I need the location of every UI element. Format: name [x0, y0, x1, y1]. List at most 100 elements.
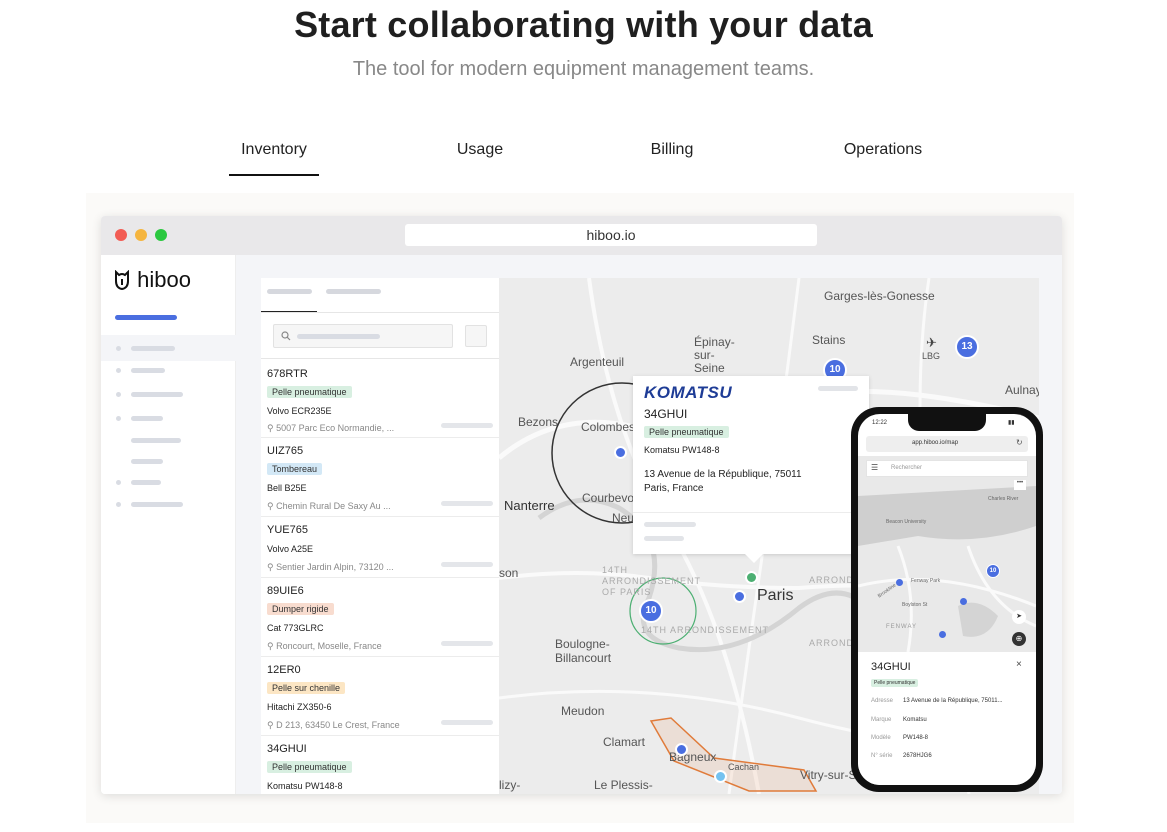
sidebar-subitem[interactable] [131, 480, 161, 485]
hiboo-logo: hiboo [113, 267, 191, 293]
sidebar-item[interactable] [131, 502, 183, 507]
phone-search-placeholder: Rechercher [891, 465, 923, 471]
phone-search-bar[interactable]: ☰ Rechercher [866, 460, 1028, 477]
sidebar-bullet [116, 416, 121, 421]
phone-marker[interactable] [896, 579, 903, 586]
equipment-model: Bell B25E [267, 483, 307, 493]
search-icon [281, 331, 291, 341]
detail-label: N° série [871, 753, 893, 759]
equipment-id: 12ER0 [267, 664, 301, 676]
address-text: Roncourt, Moselle, France [276, 641, 382, 651]
list-item[interactable]: UIZ765 Tombereau Bell B25E ⚲ Chemin Rura… [261, 438, 499, 517]
cluster-marker[interactable]: 10 [639, 599, 663, 623]
equipment-type-badge: Tombereau [267, 463, 323, 475]
more-icon[interactable]: ••• [1014, 480, 1026, 490]
equipment-marker[interactable] [745, 571, 758, 584]
pin-icon: ⚲ [267, 501, 274, 511]
list-item[interactable]: 12ER0 Pelle sur chenille Hitachi ZX350-6… [261, 657, 499, 736]
phone-map-label: Beacon University [886, 519, 927, 525]
phone-detail-panel: 34GHUI × Pelle pneumatique Adresse 13 Av… [858, 652, 1036, 785]
phone-marker[interactable] [960, 598, 967, 605]
equipment-type-badge: Dumper rigide [267, 603, 334, 615]
map-label: son [499, 566, 519, 580]
phone-cluster-marker[interactable]: 10 [986, 564, 1000, 578]
address-text: Chemin Rural De Saxy Au ... [276, 501, 391, 511]
phone-notch [908, 414, 986, 431]
reload-icon[interactable]: ↻ [1016, 438, 1023, 447]
map-label: Cachan [728, 762, 760, 772]
equipment-address: ⚲ 5007 Parc Eco Normandie, ... [267, 423, 394, 434]
sidebar-subitem[interactable] [131, 438, 181, 443]
filter-button[interactable] [465, 325, 487, 347]
list-tab-active[interactable] [267, 289, 312, 294]
phone-map[interactable]: ☰ Rechercher ••• Beacon University Fenwa… [858, 456, 1036, 652]
phone-time: 12:22 [872, 420, 888, 426]
hero-title: Start collaborating with your data [294, 4, 873, 45]
sidebar-active-item[interactable] [115, 315, 177, 320]
equipment-address: ⚲ Roncourt, Moselle, France [267, 641, 382, 652]
tab-operations[interactable]: Operations [833, 130, 933, 176]
phone-equipment-id: 34GHUI [871, 661, 911, 673]
sidebar-item[interactable] [131, 368, 165, 373]
sidebar-item[interactable] [131, 416, 163, 421]
map-label: Colombes [581, 420, 636, 434]
minimize-dot-icon [135, 229, 147, 241]
equipment-id: 89UIE6 [267, 585, 304, 597]
equipment-popup[interactable]: KOMATSU 34GHUI Pelle pneumatique Komatsu… [633, 376, 869, 563]
phone-marker[interactable] [939, 631, 946, 638]
popup-equipment-id: 34GHUI [644, 407, 688, 421]
equipment-id: 34GHUI [267, 743, 307, 755]
divider [261, 312, 499, 313]
equipment-marker[interactable] [614, 446, 627, 459]
tab-usage[interactable]: Usage [440, 130, 520, 176]
close-dot-icon [115, 229, 127, 241]
address-bar[interactable]: hiboo.io [405, 224, 817, 246]
hero-subtitle: The tool for modern equipment management… [352, 58, 815, 80]
app-sidebar: hiboo [101, 255, 236, 794]
map-label: Aulnay-sous-Bois [1005, 383, 1039, 397]
battery-icon: ▮▮ [1008, 420, 1015, 426]
popup-model: Komatsu PW148-8 [644, 445, 720, 455]
equipment-id: 678RTR [267, 368, 308, 380]
equipment-model: Komatsu PW148-8 [267, 781, 343, 791]
equipment-marker[interactable] [733, 590, 746, 603]
list-item[interactable]: 89UIE6 Dumper rigide Cat 773GLRC ⚲ Ronco… [261, 578, 499, 657]
map-label: Boulogne-Billancourt [555, 637, 612, 665]
tab-billing[interactable]: Billing [632, 130, 712, 176]
equipment-address: ⚲ Chemin Rural De Saxy Au ... [267, 501, 391, 512]
equipment-list: 678RTR Pelle pneumatique Volvo ECR235E ⚲… [261, 278, 499, 794]
list-item[interactable]: 678RTR Pelle pneumatique Volvo ECR235E ⚲… [261, 359, 499, 438]
list-item[interactable]: YUE765 Volvo A25E ⚲ Sentier Jardin Alpin… [261, 517, 499, 578]
map-label: Garges-lès-Gonesse [824, 289, 935, 303]
locate-icon[interactable]: ➤ [1012, 610, 1026, 624]
phone-map-roads [858, 486, 1036, 652]
close-icon[interactable]: × [1016, 659, 1022, 670]
layers-icon[interactable]: ⊕ [1012, 632, 1026, 646]
menu-icon[interactable]: ☰ [871, 463, 878, 472]
list-search-input[interactable] [273, 324, 453, 348]
map-label: Argenteuil [570, 355, 625, 369]
sidebar-subitem[interactable] [131, 459, 163, 464]
map-label: Meudon [561, 704, 605, 718]
list-item[interactable]: 34GHUI Pelle pneumatique Komatsu PW148-8 [261, 736, 499, 794]
equipment-model: Hitachi ZX350-6 [267, 702, 332, 712]
phone-mockup: 12:22 ▮▮ app.hiboo.io/map ↻ ☰ Rechercher… [851, 407, 1043, 792]
cluster-marker[interactable]: 13 [955, 335, 979, 359]
map-label: LBG [922, 351, 941, 361]
equipment-marker[interactable] [675, 743, 688, 756]
item-meta-skeleton [441, 423, 493, 428]
equipment-marker[interactable] [714, 770, 727, 783]
map-label: Clamart [603, 735, 646, 749]
map-label: Nanterre [504, 498, 555, 513]
tab-inventory[interactable]: Inventory [229, 130, 319, 176]
logo-text: hiboo [137, 267, 191, 292]
address-text: D 213, 63450 Le Crest, France [276, 720, 400, 730]
sidebar-item[interactable] [131, 346, 175, 351]
map-label: lizy- [499, 778, 521, 792]
map-label: ARROND [809, 638, 855, 648]
equipment-address: ⚲ Sentier Jardin Alpin, 73120 ... [267, 562, 394, 573]
phone-address-bar[interactable]: app.hiboo.io/map ↻ [866, 436, 1028, 452]
sidebar-item[interactable] [131, 392, 183, 397]
list-tab[interactable] [326, 289, 381, 294]
pin-icon: ⚲ [267, 423, 274, 433]
